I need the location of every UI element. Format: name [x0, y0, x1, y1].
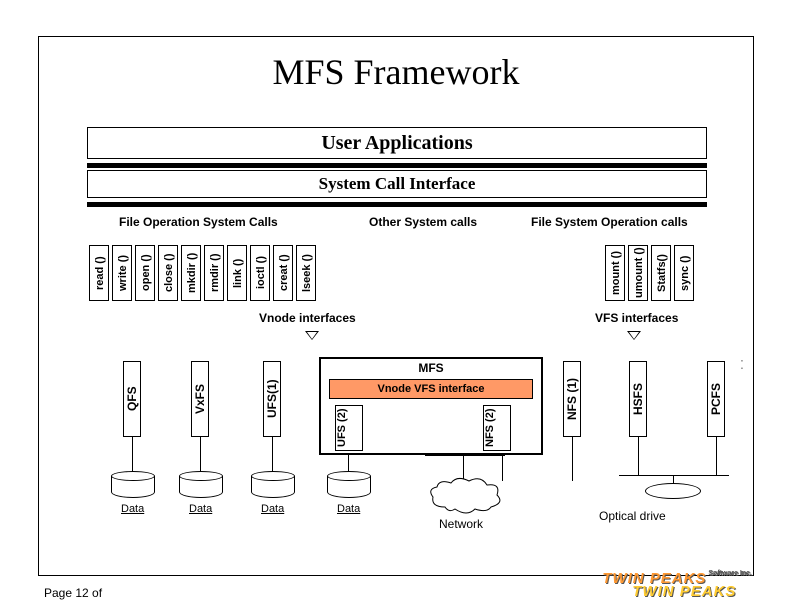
vnode-vfs-interface: Vnode VFS interface: [329, 379, 533, 399]
data-label-2: Data: [189, 503, 212, 515]
user-applications-layer: User Applications: [87, 127, 707, 159]
mfs-box: MFS Vnode VFS interface UFS (2) NFS (2): [319, 357, 543, 455]
nfs1-col: NFS (1): [563, 361, 581, 437]
data-label-3: Data: [261, 503, 284, 515]
system-call-interface-layer: System Call Interface: [87, 170, 707, 198]
mfs-title: MFS: [321, 361, 541, 375]
fs-ops-syscalls: mount ()umount ()Statfs()sync (): [605, 245, 697, 301]
conn-2: [200, 437, 201, 471]
thick-divider-1: [87, 163, 707, 168]
network-label: Network: [439, 517, 483, 531]
file-ops-label: File Operation System Calls: [119, 215, 278, 229]
optical-label: Optical drive: [599, 509, 666, 523]
conn-7: [716, 437, 717, 475]
file-ops-syscalls: read ()write ()open ()close ()mkdir ()rm…: [89, 245, 319, 301]
hsfs-col: HSFS: [629, 361, 647, 437]
mfs-ufs2: UFS (2): [335, 405, 363, 451]
ufs1-col: UFS(1): [263, 361, 281, 437]
slide-title: MFS Framework: [39, 37, 753, 103]
brand-sw: Software Inc.: [708, 570, 752, 577]
thick-divider-2: [87, 202, 707, 207]
file-op-syscall-8: creat (): [273, 245, 293, 301]
fs-op-syscall-1: umount (): [628, 245, 648, 301]
file-op-syscall-5: rmdir (): [204, 245, 224, 301]
fs-op-syscall-0: mount (): [605, 245, 625, 301]
conn-5b: [572, 437, 573, 481]
data-label-1: Data: [121, 503, 144, 515]
other-calls-label: Other System calls: [369, 215, 477, 229]
page-number: Page 12 of: [44, 586, 102, 600]
file-op-syscall-7: ioctl (): [250, 245, 270, 301]
mfs-nfs2: NFS (2): [483, 405, 511, 451]
tiny-side-text: ▪ ▪: [739, 357, 745, 371]
cloud-icon: [427, 477, 503, 515]
file-op-syscall-0: read (): [89, 245, 109, 301]
file-op-syscall-2: open (): [135, 245, 155, 301]
conn-4: [348, 455, 349, 471]
vfs-interfaces-label: VFS interfaces: [595, 311, 678, 325]
brand-logo: TWIN PEAKSSoftware Inc. TWIN PEAKS: [602, 570, 750, 604]
fs-op-syscall-2: Statfs(): [651, 245, 671, 301]
brand-line2: TWIN PEAKS: [632, 583, 780, 600]
cylinder-icon-3: [251, 471, 295, 499]
vnode-interfaces-label: Vnode interfaces: [259, 311, 356, 325]
brace-2: [619, 475, 729, 476]
file-op-syscall-9: lseek (): [296, 245, 316, 301]
cylinder-icon-2: [179, 471, 223, 499]
file-op-syscall-6: link (): [227, 245, 247, 301]
fs-ops-label: File System Operation calls: [531, 215, 688, 229]
file-op-syscall-3: close (): [158, 245, 178, 301]
slide-frame: MFS Framework User Applications System C…: [38, 36, 754, 576]
fs-op-syscall-3: sync (): [674, 245, 694, 301]
brace-1: [425, 455, 505, 456]
vfs-arrow-icon: [627, 331, 641, 340]
file-op-syscall-4: mkdir (): [181, 245, 201, 301]
cylinder-icon-1: [111, 471, 155, 499]
conn-3: [272, 437, 273, 471]
optical-icon: [645, 483, 701, 499]
conn-1: [132, 437, 133, 471]
data-label-4: Data: [337, 503, 360, 515]
conn-6: [638, 437, 639, 475]
file-op-syscall-1: write (): [112, 245, 132, 301]
pcfs-col: PCFS: [707, 361, 725, 437]
qfs-col: QFS: [123, 361, 141, 437]
cylinder-icon-4: [327, 471, 371, 499]
vnode-arrow-icon: [305, 331, 319, 340]
vxfs-col: VxFS: [191, 361, 209, 437]
